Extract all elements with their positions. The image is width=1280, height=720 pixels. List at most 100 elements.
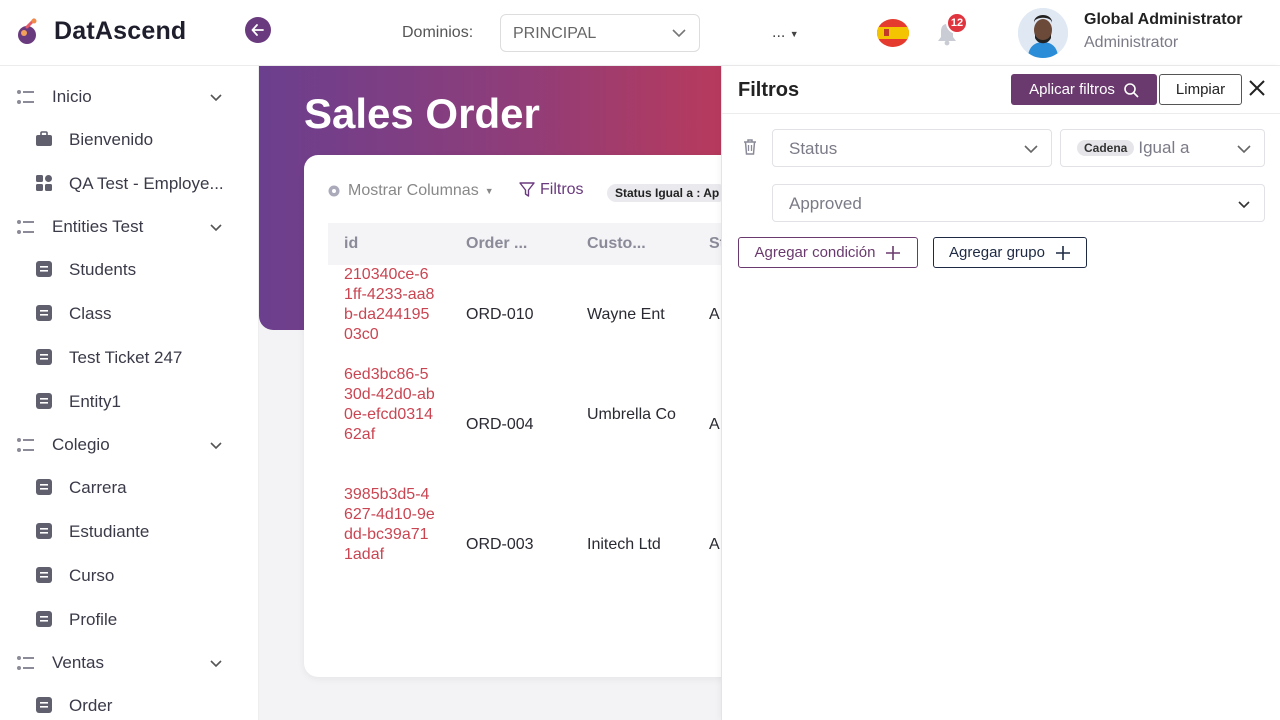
chevron-down-icon [210,94,222,102]
active-filter-chip[interactable]: Status Igual a : Ap [607,184,728,202]
sidebar-item-carrera[interactable]: Carrera [0,468,259,508]
sidebar-item-label: Test Ticket 247 [69,348,183,367]
customer-name: Umbrella Co [587,406,676,423]
sidebar-item-label: Class [69,304,112,323]
filters-panel-header: Filtros Aplicar filtros Limpiar [722,66,1280,114]
sidebar-item-label: Estudiante [69,522,150,541]
sidebar-group-label: Colegio [52,435,110,454]
show-columns-button[interactable]: Mostrar Columnas ▼ [326,182,494,200]
sidebar-item-test-ticket-247[interactable]: Test Ticket 247 [0,338,259,378]
sidebar-group-ventas[interactable]: Ventas [0,643,259,683]
filter-field-select[interactable]: Status [772,129,1052,167]
document-icon [36,567,52,583]
domain-select[interactable]: PRINCIPAL [500,14,700,52]
sidebar-item-entity1[interactable]: Entity1 [0,382,259,422]
filters-panel-title: Filtros [738,79,800,101]
filter-icon [519,182,535,197]
grid-icon [36,175,52,191]
sidebar-item-estudiante[interactable]: Estudiante [0,512,259,552]
document-icon [36,305,52,321]
more-menu-label: ... [772,24,786,41]
more-menu[interactable]: ... ▼ [772,24,799,42]
filter-field-value: Status [789,139,838,158]
document-icon [36,611,52,627]
document-icon [36,523,52,539]
order-status: A [709,536,720,553]
document-icon [36,261,52,277]
filter-operator-select[interactable]: Cadena Igual a [1060,129,1265,167]
sidebar-item-class[interactable]: Class [0,294,259,334]
apply-filters-label: Aplicar filtros [1029,81,1115,98]
order-id-link[interactable]: 210340ce-61ff-4233-aa8b-da24419503c0 [344,265,436,345]
domain-select-value: PRINCIPAL [513,25,597,42]
sidebar-item-label: Bienvenido [69,130,154,149]
add-group-button[interactable]: Agregar grupo [933,237,1087,268]
avatar[interactable] [1018,8,1068,58]
chevron-down-icon [672,29,686,38]
close-icon[interactable] [1247,78,1267,98]
sidebar-item-label: Entity1 [69,392,121,411]
user-name: Global Administrator [1084,11,1243,28]
sidebar-item-qa-test[interactable]: QA Test - Employe... [0,164,259,204]
brand-name: DatAscend [54,17,187,45]
order-id-link[interactable]: 3985b3d5-4627-4d10-9edd-bc39a711adaf [344,485,436,565]
spain-flag-icon[interactable] [877,19,909,47]
sidebar-item-label: Students [69,260,137,279]
sidebar-group-label: Inicio [52,87,92,106]
sidebar-item-students[interactable]: Students [0,250,259,290]
table-card: Mostrar Columnas ▼ Filtros Status Igual … [304,155,744,677]
sidebar-group-colegio[interactable]: Colegio [0,425,259,465]
chevron-down-icon [1237,145,1251,154]
clear-filters-button[interactable]: Limpiar [1159,74,1242,105]
chevron-down-icon [1238,201,1250,209]
order-status: A [709,306,720,323]
arrow-left-icon [251,24,264,36]
filter-value-select[interactable]: Approved [772,184,1265,222]
order-number: ORD-010 [466,306,534,323]
sidebar-group-label: Ventas [52,653,104,672]
sidebar-item-profile[interactable]: Profile [0,600,259,640]
sidebar-group-label: Entities Test [52,217,144,236]
customer-name: Initech Ltd [587,536,661,553]
add-group-label: Agregar grupo [949,244,1045,261]
menu-group-icon [17,90,34,104]
sidebar-item-label: Profile [69,610,118,629]
menu-group-icon [17,220,34,234]
filters-button[interactable]: Filtros [518,181,584,199]
top-bar: DatAscend Dominios: PRINCIPAL ... ▼ 12 G… [0,0,1280,66]
filter-value: Approved [789,194,862,213]
order-number: ORD-004 [466,416,534,433]
column-header-id[interactable]: id [344,235,358,253]
search-icon [1124,82,1139,98]
sidebar-item-order[interactable]: Order [0,686,259,720]
field-type-chip: Cadena [1077,140,1135,156]
apply-filters-button[interactable]: Aplicar filtros [1011,74,1157,105]
trash-icon[interactable] [742,138,758,156]
filter-operator-value: Igual a [1138,138,1190,157]
sidebar-group-inicio[interactable]: Inicio [0,77,259,117]
gear-icon [328,185,340,197]
sidebar: Inicio Bienvenido QA Test - Employe... E… [0,66,259,720]
show-columns-label: Mostrar Columnas [348,182,479,199]
chevron-down-icon [210,224,222,232]
column-header-order[interactable]: Order ... [466,235,527,253]
add-condition-button[interactable]: Agregar condición [738,237,918,268]
document-icon [36,697,52,713]
briefcase-icon [36,131,52,146]
document-icon [36,349,52,365]
chevron-down-icon [1024,145,1038,154]
plus-icon [886,245,901,260]
filters-label: Filtros [540,181,584,198]
sidebar-item-bienvenido[interactable]: Bienvenido [0,120,259,160]
caret-down-icon: ▼ [789,29,799,39]
order-id-link[interactable]: 6ed3bc86-530d-42d0-ab0e-efcd031462af [344,365,436,445]
collapse-sidebar-button[interactable] [245,17,271,43]
document-icon [36,479,52,495]
sidebar-item-label: Order [69,696,113,715]
datascend-logo-icon [18,18,37,44]
order-status: A [709,416,720,433]
column-header-customer[interactable]: Custo... [587,235,646,253]
sidebar-item-curso[interactable]: Curso [0,556,259,596]
sidebar-group-entities-test[interactable]: Entities Test [0,207,259,247]
user-role: Administrator [1084,34,1179,51]
